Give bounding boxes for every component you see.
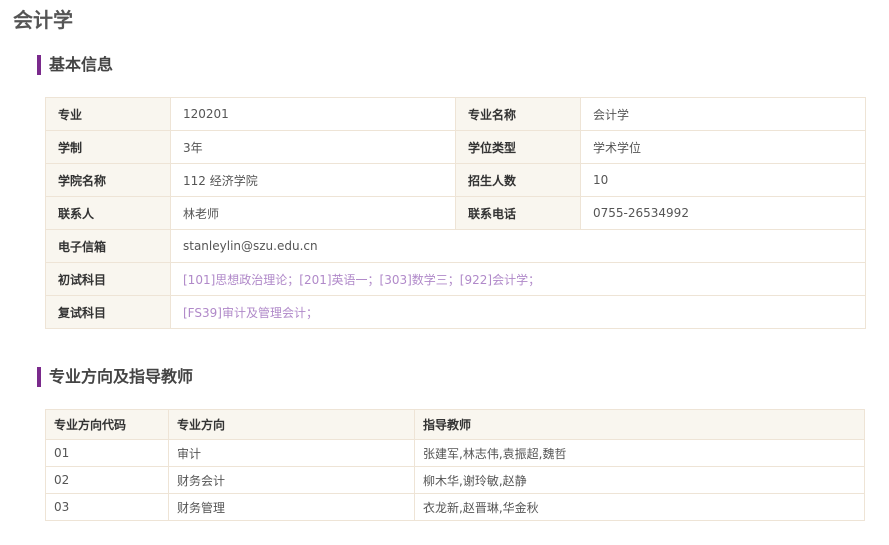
section-heading-directions: 专业方向及指导教师 — [37, 367, 193, 387]
table-row: 学院名称 112 经济学院 招生人数 10 — [45, 163, 866, 197]
major-name-value: 会计学 — [580, 97, 866, 131]
duration-value: 3年 — [170, 130, 456, 164]
direction-name: 财务会计 — [168, 466, 415, 494]
table-row: 联系人 林老师 联系电话 0755-26534992 — [45, 196, 866, 230]
table-row: 03 财务管理 衣龙新,赵晋琳,华金秋 — [45, 493, 865, 521]
section-heading-basic-info: 基本信息 — [37, 55, 113, 75]
email-label: 电子信箱 — [45, 229, 171, 263]
major-code-value: 120201 — [170, 97, 456, 131]
prelim-subjects-link[interactable]: [101]思想政治理论；[201]英语一；[303]数学三；[922]会计学； — [170, 262, 866, 296]
enrollment-label: 招生人数 — [455, 163, 581, 197]
direction-name: 审计 — [168, 439, 415, 467]
major-code-label: 专业 — [45, 97, 171, 131]
table-row: 02 财务会计 柳木华,谢玲敏,赵静 — [45, 466, 865, 494]
email-value: stanleylin@szu.edu.cn — [170, 229, 866, 263]
college-label: 学院名称 — [45, 163, 171, 197]
column-header-code: 专业方向代码 — [45, 409, 169, 440]
college-value: 112 经济学院 — [170, 163, 456, 197]
directions-table: 专业方向代码 专业方向 指导教师 01 审计 张建军,林志伟,袁振超,魏哲 02… — [45, 409, 865, 521]
phone-value: 0755-26534992 — [580, 196, 866, 230]
contact-label: 联系人 — [45, 196, 171, 230]
direction-name: 财务管理 — [168, 493, 415, 521]
direction-code: 01 — [45, 439, 169, 467]
direction-code: 02 — [45, 466, 169, 494]
column-header-advisors: 指导教师 — [414, 409, 865, 440]
table-row: 学制 3年 学位类型 学术学位 — [45, 130, 866, 164]
table-row: 专业 120201 专业名称 会计学 — [45, 97, 866, 131]
page-title: 会计学 — [13, 8, 73, 32]
table-row: 电子信箱 stanleylin@szu.edu.cn — [45, 229, 866, 263]
degree-type-label: 学位类型 — [455, 130, 581, 164]
duration-label: 学制 — [45, 130, 171, 164]
table-row: 初试科目 [101]思想政治理论；[201]英语一；[303]数学三；[922]… — [45, 262, 866, 296]
table-header-row: 专业方向代码 专业方向 指导教师 — [45, 409, 865, 440]
degree-type-value: 学术学位 — [580, 130, 866, 164]
major-name-label: 专业名称 — [455, 97, 581, 131]
enrollment-value: 10 — [580, 163, 866, 197]
direction-advisors: 衣龙新,赵晋琳,华金秋 — [414, 493, 865, 521]
direction-code: 03 — [45, 493, 169, 521]
direction-advisors: 柳木华,谢玲敏,赵静 — [414, 466, 865, 494]
direction-advisors: 张建军,林志伟,袁振超,魏哲 — [414, 439, 865, 467]
table-row: 01 审计 张建军,林志伟,袁振超,魏哲 — [45, 439, 865, 467]
table-row: 复试科目 [FS39]审计及管理会计； — [45, 295, 866, 329]
retest-subjects-link[interactable]: [FS39]审计及管理会计； — [170, 295, 866, 329]
column-header-direction: 专业方向 — [168, 409, 415, 440]
contact-value: 林老师 — [170, 196, 456, 230]
prelim-subjects-label: 初试科目 — [45, 262, 171, 296]
basic-info-table: 专业 120201 专业名称 会计学 学制 3年 学位类型 学术学位 学院名称 … — [45, 97, 866, 329]
phone-label: 联系电话 — [455, 196, 581, 230]
retest-subjects-label: 复试科目 — [45, 295, 171, 329]
